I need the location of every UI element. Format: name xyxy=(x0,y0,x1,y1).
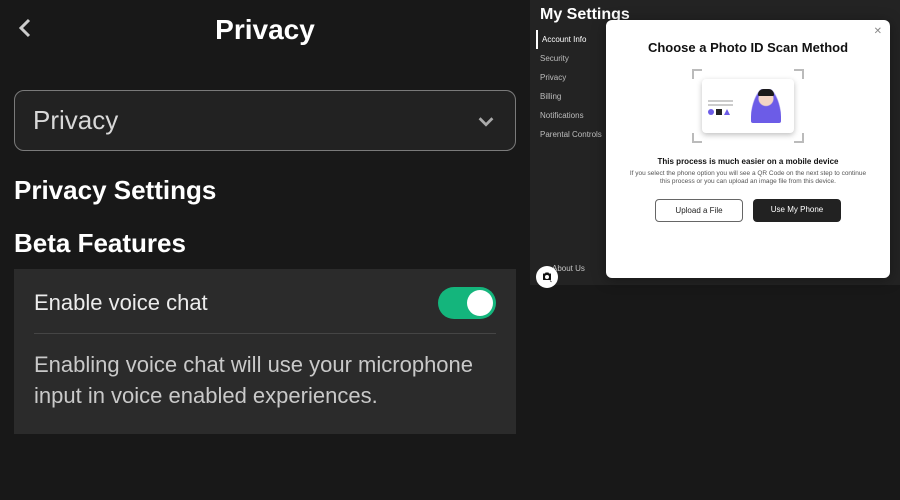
top-bar: Privacy xyxy=(14,0,516,60)
avatar-icon xyxy=(751,89,781,123)
chevron-left-icon xyxy=(14,16,38,40)
voice-chat-toggle[interactable] xyxy=(438,287,496,319)
privacy-dropdown[interactable]: Privacy xyxy=(14,90,516,151)
use-phone-button[interactable]: Use My Phone xyxy=(753,199,841,222)
modal-buttons: Upload a File Use My Phone xyxy=(620,199,876,222)
voice-chat-card: Enable voice chat Enabling voice chat wi… xyxy=(14,269,516,434)
toggle-description: Enabling voice chat will use your microp… xyxy=(34,350,496,412)
close-button[interactable]: ✕ xyxy=(874,26,882,37)
lens-search-button[interactable] xyxy=(536,266,558,288)
upload-file-button[interactable]: Upload a File xyxy=(655,199,743,222)
modal-title: Choose a Photo ID Scan Method xyxy=(620,40,876,55)
chevron-down-icon xyxy=(475,110,497,132)
privacy-panel: Privacy Privacy Privacy Settings Beta Fe… xyxy=(0,0,530,500)
id-card-illustration xyxy=(694,71,802,141)
modal-lead: This process is much easier on a mobile … xyxy=(620,157,876,166)
section-heading: Privacy Settings xyxy=(14,175,516,206)
photo-id-modal: ✕ Choose a Photo ID Scan Method This pro… xyxy=(606,20,890,278)
page-title: Privacy xyxy=(54,14,516,46)
back-button[interactable] xyxy=(14,16,54,45)
dropdown-label: Privacy xyxy=(33,105,118,136)
toggle-label: Enable voice chat xyxy=(34,290,208,316)
camera-search-icon xyxy=(541,271,553,283)
modal-subtext: If you select the phone option you will … xyxy=(628,170,868,187)
voice-chat-row: Enable voice chat xyxy=(34,287,496,334)
subsection-heading: Beta Features xyxy=(14,228,516,259)
